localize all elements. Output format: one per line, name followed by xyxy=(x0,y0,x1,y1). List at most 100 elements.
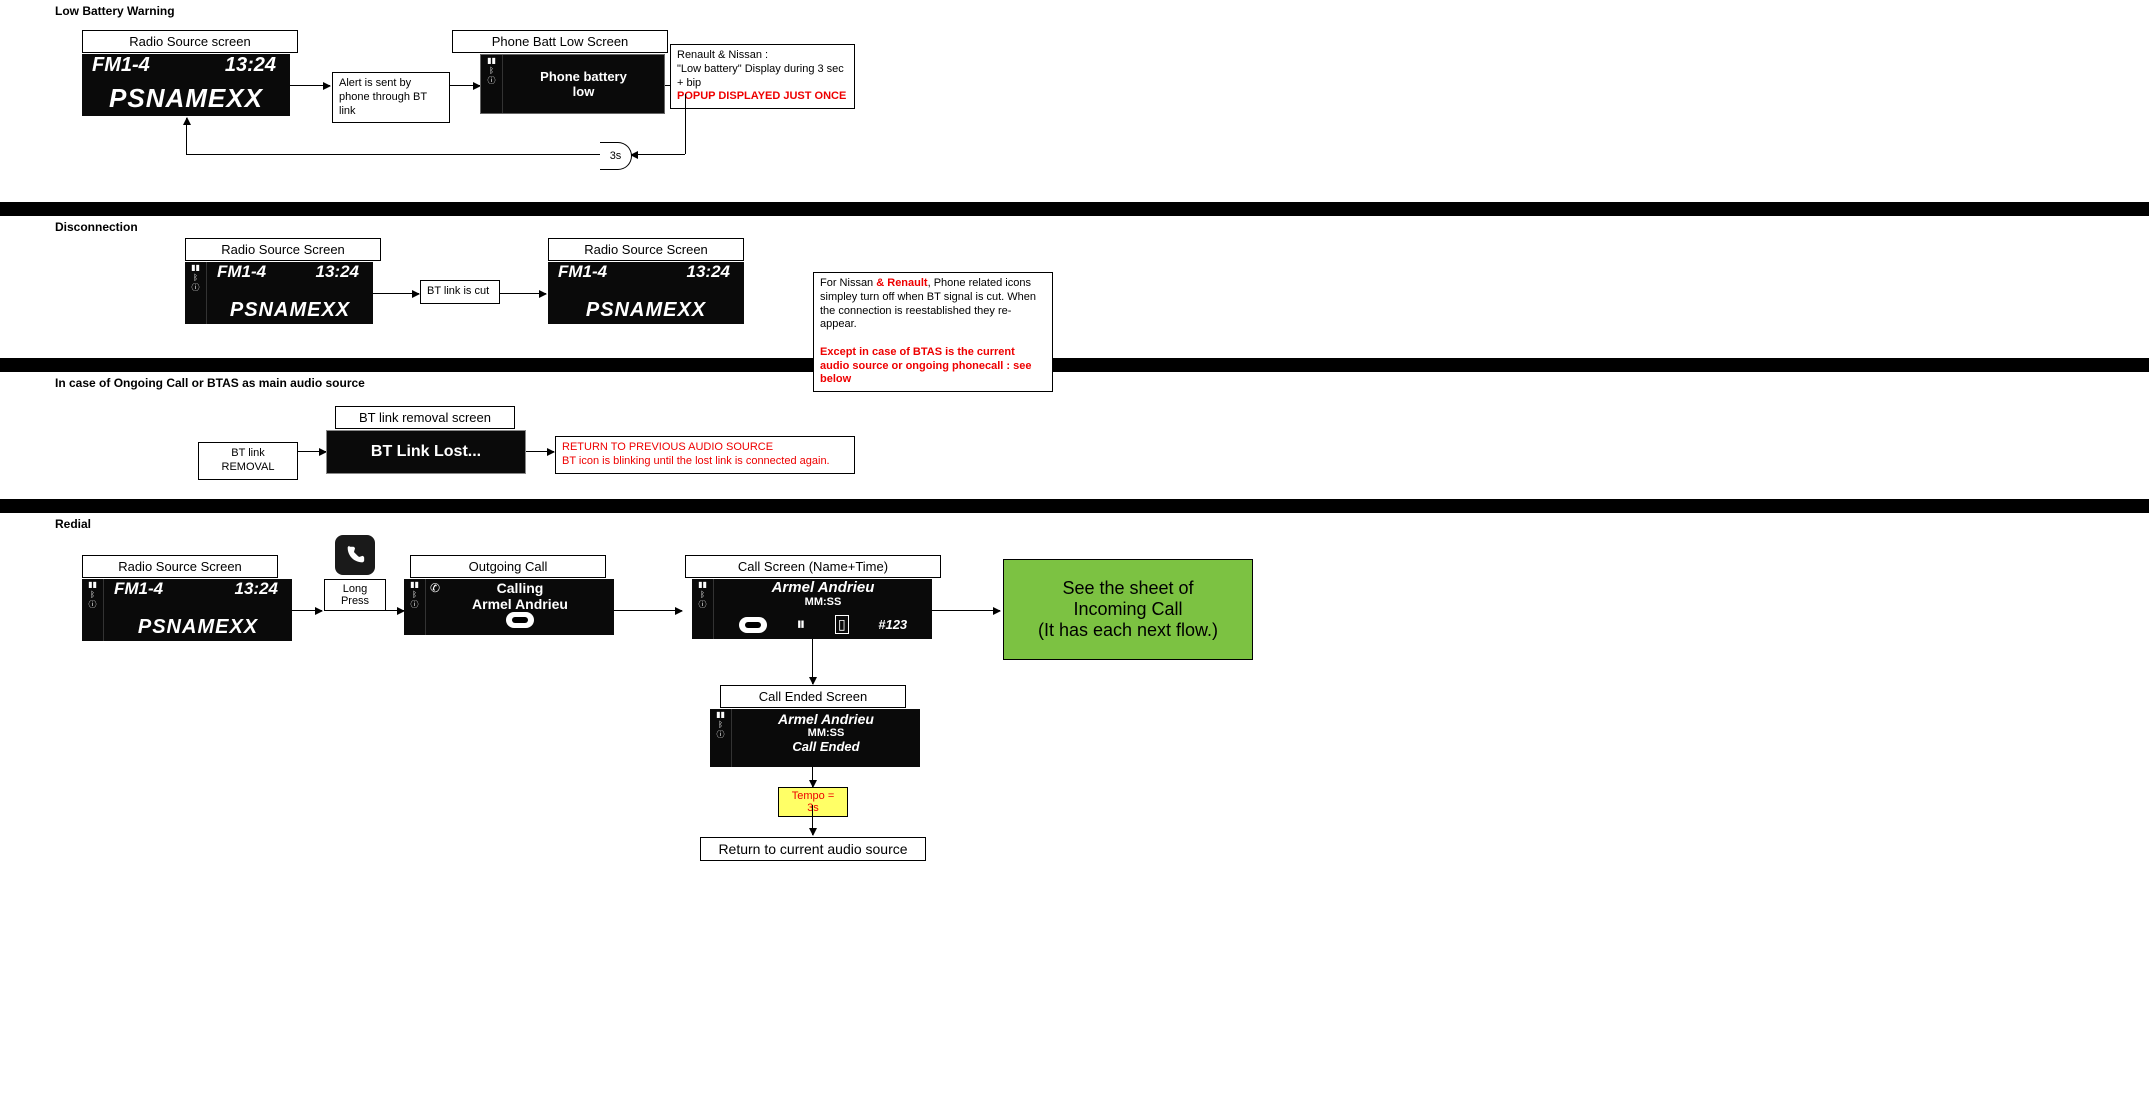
section1-title: Low Battery Warning xyxy=(0,0,2149,22)
divider xyxy=(0,499,2149,513)
arrow xyxy=(631,154,685,155)
calling-l1: Calling xyxy=(426,579,614,596)
section1-canvas: Radio Source screen FM1-4 13:24 PSNAMEXX… xyxy=(0,22,2149,202)
fm-label: FM1-4 xyxy=(558,262,607,282)
arrow xyxy=(292,610,322,611)
signal-icon: ▮▮ xyxy=(716,711,725,719)
radio-label-b: Radio Source Screen xyxy=(548,238,744,261)
section2-canvas: Radio Source Screen ▮▮ ᛒ ⓘ FM1-4 13:24 P… xyxy=(0,238,2149,358)
fm-label: FM1-4 xyxy=(92,54,150,77)
arrow xyxy=(526,451,554,452)
bt-removal-box: BT link REMOVAL xyxy=(198,442,298,480)
info-icon: ⓘ xyxy=(89,601,97,609)
section3-title: In case of Ongoing Call or BTAS as main … xyxy=(0,372,2149,394)
section4-canvas: Radio Source Screen ▮▮ ᛒ ⓘ FM1-4 13:24 P… xyxy=(0,535,2149,885)
arrow xyxy=(614,610,682,611)
arrow xyxy=(932,610,1000,611)
divider xyxy=(0,358,2149,372)
flowline xyxy=(685,94,686,154)
signal-icon: ▮▮ xyxy=(487,57,496,65)
bt-lost-screen: BT Link Lost... xyxy=(326,430,526,474)
ps-name: PSNAMEXX xyxy=(104,616,292,639)
long-press-label: Long Press xyxy=(324,579,386,611)
batt-text-1: Phone battery xyxy=(540,69,627,84)
clock: 13:24 xyxy=(225,54,276,77)
arrow xyxy=(186,118,187,154)
call-name: Armel Andrieu xyxy=(714,579,932,596)
radio-label-a: Radio Source Screen xyxy=(185,238,381,261)
batt-text-2: low xyxy=(573,84,595,99)
bt-lost-text: BT Link Lost... xyxy=(327,443,525,461)
arrow xyxy=(812,767,813,787)
bt-cut-box: BT link is cut xyxy=(420,280,500,304)
arrow xyxy=(386,610,404,611)
section2-title: Disconnection xyxy=(0,216,2149,238)
radio-source-label: Radio Source screen xyxy=(82,30,298,53)
info-icon: ⓘ xyxy=(488,77,496,85)
outgoing-call-screen: ▮▮ ᛒ ⓘ ✆ Calling Armel Andrieu xyxy=(404,579,614,635)
popup-note: Renault & Nissan : "Low battery" Display… xyxy=(670,44,855,109)
bt-icon: ᛒ xyxy=(718,721,723,729)
signal-icon: ▮▮ xyxy=(410,581,419,589)
note-red: POPUP DISPLAYED JUST ONCE xyxy=(677,90,846,102)
radio-screen-a: ▮▮ ᛒ ⓘ FM1-4 13:24 PSNAMEXX xyxy=(185,262,373,324)
clock: 13:24 xyxy=(235,579,278,599)
outgoing-call-label: Outgoing Call xyxy=(410,555,606,578)
info-icon: ⓘ xyxy=(699,601,707,609)
call-screen-label: Call Screen (Name+Time) xyxy=(685,555,941,578)
call-time: MM:SS xyxy=(714,596,932,608)
section4-title: Redial xyxy=(0,513,2149,535)
alert-box: Alert is sent by phone through BT link xyxy=(332,72,450,123)
note-l2: "Low battery" Display during 3 sec + bip xyxy=(677,63,844,89)
hangup-icon[interactable] xyxy=(739,617,767,633)
signal-icon: ▮▮ xyxy=(88,581,97,589)
call-number: #123 xyxy=(878,617,907,632)
hold-icon[interactable]: ⏸ xyxy=(796,614,805,635)
info-icon: ⓘ xyxy=(411,601,419,609)
info-icon: ⓘ xyxy=(717,731,725,739)
fm-label: FM1-4 xyxy=(217,262,266,282)
arrow xyxy=(812,805,813,835)
ended-name: Armel Andrieu xyxy=(732,711,920,727)
call-ended-screen: ▮▮ ᛒ ⓘ Armel Andrieu MM:SS Call Ended xyxy=(710,709,920,767)
return-note: RETURN TO PREVIOUS AUDIO SOURCE BT icon … xyxy=(555,436,855,474)
delay-3s: 3s xyxy=(600,142,632,170)
call-screen: ▮▮ ᛒ ⓘ Armel Andrieu MM:SS ⏸ ▯ #123 xyxy=(692,579,932,639)
arrow xyxy=(812,639,813,684)
phone-icon: ✆ xyxy=(430,581,440,595)
fm-label: FM1-4 xyxy=(114,579,163,599)
hangup-icon[interactable] xyxy=(506,612,534,628)
transfer-icon[interactable]: ▯ xyxy=(835,615,849,634)
arrow xyxy=(500,293,546,294)
bt-icon: ᛒ xyxy=(90,591,95,599)
return-audio-box: Return to current audio source xyxy=(700,837,926,861)
clock: 13:24 xyxy=(687,262,730,282)
section3-canvas: BT link REMOVAL BT link removal screen B… xyxy=(0,394,2149,499)
arrow xyxy=(298,451,326,452)
ended-time: MM:SS xyxy=(732,727,920,739)
note-l2: BT icon is blinking until the lost link … xyxy=(562,455,830,467)
phone-hardkey-icon[interactable] xyxy=(335,535,375,575)
flowline xyxy=(186,154,600,155)
note-l1b: & Renault xyxy=(876,277,927,289)
radio-screen-b: FM1-4 13:24 PSNAMEXX xyxy=(548,262,744,324)
note-red: Except in case of BTAS is the current au… xyxy=(820,346,1031,386)
radio-source-screen: FM1-4 13:24 PSNAMEXX xyxy=(82,54,290,116)
clock: 13:24 xyxy=(316,262,359,282)
bt-icon: ᛒ xyxy=(489,67,494,75)
calling-l2: Armel Andrieu xyxy=(426,596,614,612)
ps-name: PSNAMEXX xyxy=(548,299,744,322)
arrow xyxy=(290,85,330,86)
disconnect-note: For Nissan & Renault, Phone related icon… xyxy=(813,272,1053,392)
note-l1: Renault & Nissan : xyxy=(677,49,768,61)
note-l1a: For Nissan xyxy=(820,277,876,289)
arrow xyxy=(373,293,419,294)
ps-name: PSNAMEXX xyxy=(82,83,290,114)
green-l1: See the sheet of xyxy=(1062,578,1193,598)
radio-label: Radio Source Screen xyxy=(82,555,278,578)
call-ended-label: Call Ended Screen xyxy=(720,685,906,708)
ended-msg: Call Ended xyxy=(732,739,920,754)
tempo-box: Tempo = 3s xyxy=(778,787,848,817)
info-icon: ⓘ xyxy=(192,284,200,292)
note-l1: RETURN TO PREVIOUS AUDIO SOURCE xyxy=(562,441,773,453)
